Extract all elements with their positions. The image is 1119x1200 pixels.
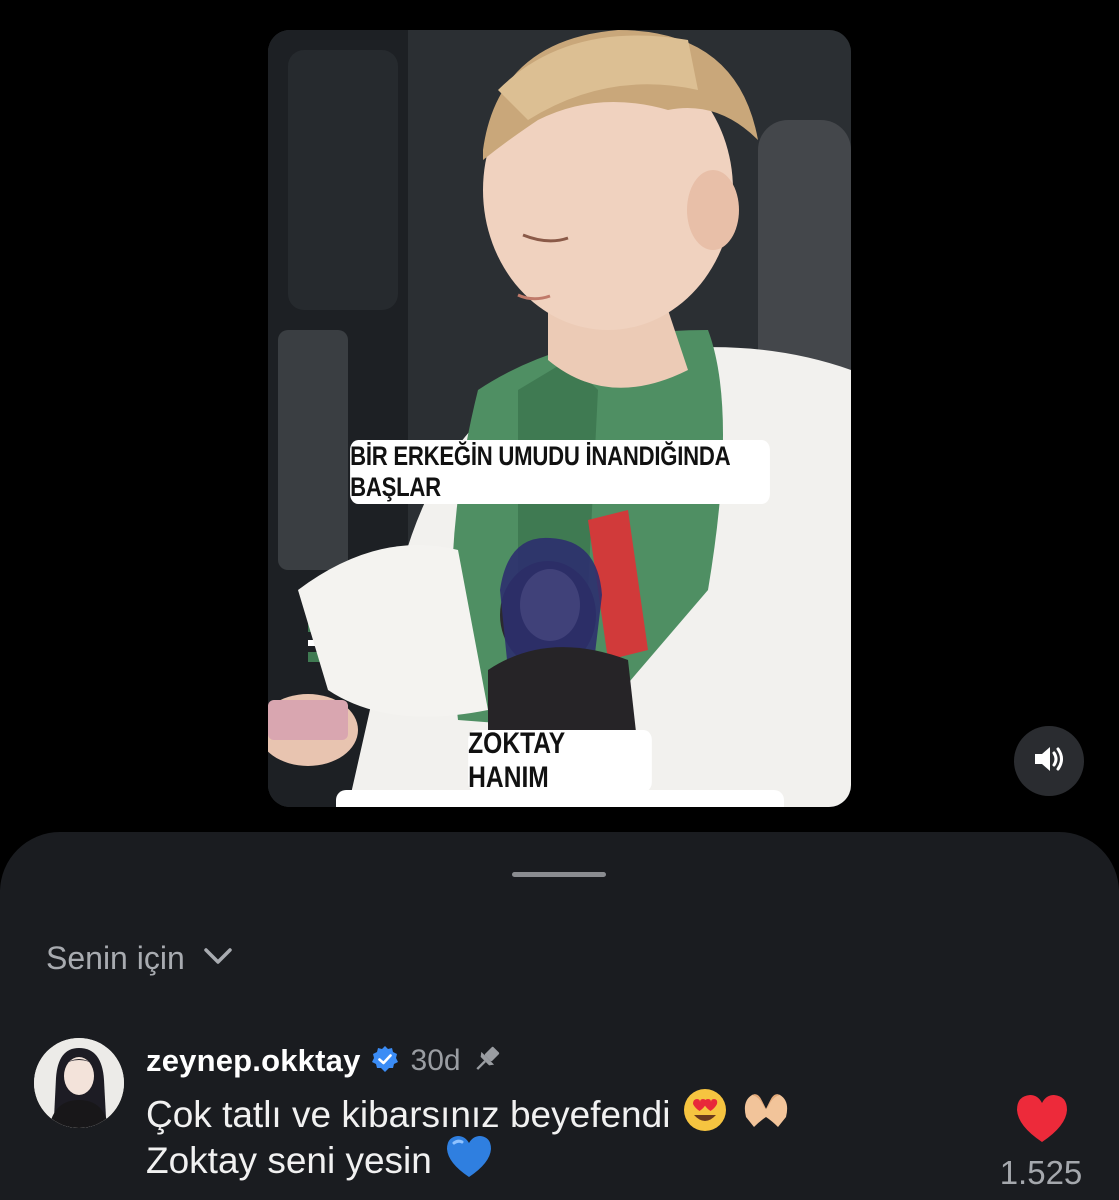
comment-sort-dropdown[interactable]: Senin için: [46, 936, 233, 980]
heart-hands-emoji: [740, 1087, 792, 1144]
speaker-volume-icon: [1032, 744, 1066, 779]
avatar[interactable]: [34, 1038, 124, 1128]
like-button[interactable]: [1014, 1092, 1070, 1144]
comment-line-1: Çok tatlı ve kibarsınız beyefendi: [146, 1088, 966, 1138]
screen: BİR ERKEĞİN UMUDU İNANDIĞINDA BAŞLAR ZOK…: [0, 0, 1119, 1200]
video-caption-name: ZOKTAY HANIM: [468, 727, 652, 794]
sort-label: Senin için: [46, 939, 185, 976]
comment-body: Çok tatlı ve kibarsınız beyefendi Zoktay…: [146, 1088, 966, 1184]
comment-text-line-2: Zoktay seni yesin: [146, 1140, 432, 1181]
comment-age: 30d: [410, 1044, 461, 1077]
heart-eyes-emoji: [682, 1087, 728, 1144]
like-count: 1.525: [999, 1154, 1083, 1191]
comment-text-line-1: Çok tatlı ve kibarsınız beyefendi: [146, 1094, 671, 1135]
comment-line-2: Zoktay seni yesin: [146, 1135, 966, 1184]
comment-header: zeynep.okktay 30d: [146, 1040, 503, 1082]
video-preview[interactable]: BİR ERKEĞİN UMUDU İNANDIĞINDA BAŞLAR ZOK…: [268, 30, 851, 807]
verified-badge-icon: [371, 1045, 399, 1078]
video-caption-partial: [336, 790, 784, 807]
chevron-down-icon: [203, 946, 233, 971]
heart-icon: [1014, 1095, 1070, 1148]
blue-heart-emoji: [444, 1133, 494, 1190]
volume-button[interactable]: [1014, 726, 1084, 796]
video-caption-headline: BİR ERKEĞİN UMUDU İNANDIĞINDA BAŞLAR: [350, 440, 770, 504]
comment-item: zeynep.okktay 30d Çok tatlı ve kibarsını…: [0, 1030, 1119, 1200]
sheet-drag-handle[interactable]: [512, 872, 606, 877]
pin-icon: [471, 1043, 503, 1080]
video-frame-image: [268, 30, 851, 807]
username[interactable]: zeynep.okktay: [146, 1043, 361, 1079]
